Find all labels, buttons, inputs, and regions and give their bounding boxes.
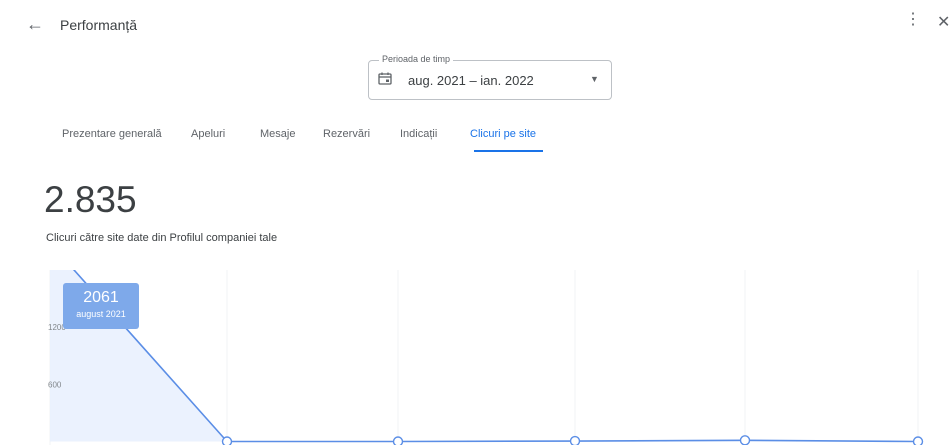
data-point <box>221 436 233 445</box>
tab-website-clicks[interactable]: Clicuri pe site <box>470 128 536 140</box>
tab-calls[interactable]: Apeluri <box>191 128 225 140</box>
chart-tooltip: 2061 august 2021 <box>63 283 139 329</box>
close-icon[interactable]: ✕ <box>937 12 950 32</box>
period-label: Perioada de timp <box>379 54 454 64</box>
tab-bookings[interactable]: Rezervări <box>323 128 370 140</box>
active-tab-indicator <box>474 150 543 152</box>
dropdown-arrow-icon: ▼ <box>590 74 599 84</box>
page-title: Performanță <box>60 17 138 33</box>
clicks-chart: 24001200600 <box>48 270 924 445</box>
tooltip-label: august 2021 <box>76 309 126 319</box>
period-value: aug. 2021 – ian. 2022 <box>408 73 534 88</box>
tab-messages[interactable]: Mesaje <box>260 128 295 140</box>
metric-description: Clicuri către site date din Profilul com… <box>46 232 278 244</box>
data-point <box>912 436 924 445</box>
tab-overview[interactable]: Prezentare generală <box>62 128 162 140</box>
y-tick-label: 600 <box>48 381 62 390</box>
data-point <box>739 435 751 445</box>
tooltip-value: 2061 <box>83 289 119 306</box>
tab-bar: Prezentare generală Apeluri Mesaje Rezer… <box>0 120 950 156</box>
calendar-icon <box>378 72 392 85</box>
top-bar: ← Performanță ⋮ ✕ <box>0 0 950 50</box>
back-arrow-icon[interactable]: ← <box>26 14 44 35</box>
period-select[interactable]: Perioada de timp aug. 2021 – ian. 2022 ▼ <box>368 54 612 100</box>
data-point <box>569 435 581 445</box>
data-point <box>392 436 404 445</box>
tab-directions[interactable]: Indicații <box>400 128 437 140</box>
more-vert-icon[interactable]: ⋮ <box>905 12 921 28</box>
metric-value: 2.835 <box>44 179 137 220</box>
chart-area <box>50 270 918 442</box>
